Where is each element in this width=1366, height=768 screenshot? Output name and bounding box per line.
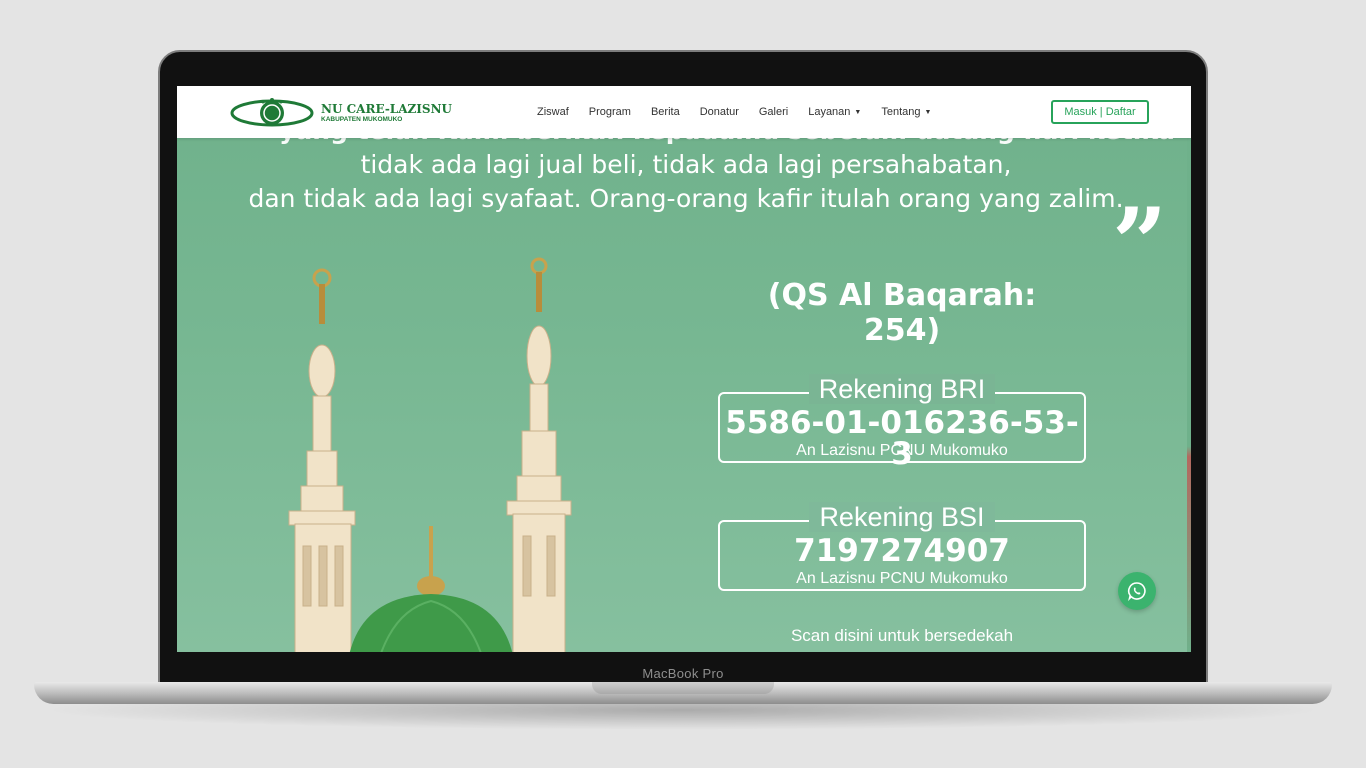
main-nav: Ziswaf Program Berita Donatur Galeri Lay… — [537, 86, 951, 138]
logo-subtitle: KABUPATEN MUKOMUKO — [321, 115, 403, 123]
site-logo[interactable]: NU CARE-LAZISNU KABUPATEN MUKOMUKO — [227, 96, 452, 130]
nav-label: Donatur — [699, 106, 739, 118]
left-minaret — [288, 268, 356, 652]
logo-title: NU CARE-LAZISNU — [321, 101, 453, 116]
nav-ziswaf[interactable]: Ziswaf — [537, 106, 569, 118]
nav-label: Tentang — [881, 106, 921, 118]
nav-berita[interactable]: Berita — [651, 106, 680, 118]
nav-galeri[interactable]: Galeri — [759, 106, 788, 118]
quran-reference: (QS Al Baqarah: 254) — [767, 278, 1037, 348]
caret-down-icon: ▼ — [924, 108, 932, 116]
whatsapp-button[interactable] — [1118, 572, 1156, 610]
nav-tentang-dropdown[interactable]: Tentang ▼ — [881, 106, 931, 118]
next-slide-edge — [1187, 138, 1191, 652]
nav-label: Galeri — [758, 106, 789, 118]
nav-program[interactable]: Program — [589, 106, 631, 118]
nav-label: Ziswaf — [537, 106, 569, 118]
nav-label: Berita — [650, 106, 680, 118]
caret-down-icon: ▼ — [854, 108, 862, 116]
bsi-account-title: Rekening BSI — [809, 502, 995, 532]
quote-line-3: dan tidak ada lagi syafaat. Orang-orang … — [248, 184, 1124, 213]
bsi-account-number: 7197274907 — [794, 533, 1010, 569]
right-minaret — [506, 257, 572, 652]
device-brand-label: MacBook Pro — [642, 666, 724, 681]
browser-viewport: yang telah Kami berikan kepadamu sebelum… — [177, 86, 1191, 652]
hero-banner: yang telah Kami berikan kepadamu sebelum… — [177, 86, 1191, 652]
bri-account-card: Rekening BRI 5586-01-016236-53-3 An Lazi… — [718, 374, 1086, 470]
nav-donatur[interactable]: Donatur — [700, 106, 739, 118]
bri-account-number: 5586-01-016236-53-3 — [725, 405, 1079, 472]
closing-quote-mark: ” — [1112, 187, 1168, 300]
green-dome — [349, 526, 513, 652]
bri-account-holder: An Lazisnu PCNU Mukomuko — [796, 442, 1008, 459]
quote-line-2: tidak ada lagi jual beli, tidak ada lagi… — [360, 150, 1012, 179]
whatsapp-icon — [1127, 582, 1146, 601]
bsi-account-holder: An Lazisnu PCNU Mukomuko — [796, 570, 1008, 587]
nav-label: Layanan — [808, 106, 851, 118]
scan-caption: Scan disini untuk bersedekah — [790, 626, 1014, 645]
bsi-account-card: Rekening BSI 7197274907 An Lazisnu PCNU … — [718, 502, 1086, 591]
bri-account-title: Rekening BRI — [808, 374, 996, 404]
login-register-button[interactable]: Masuk | Daftar — [1051, 100, 1149, 124]
nu-logo-icon — [230, 98, 314, 127]
top-navbar: NU CARE-LAZISNU KABUPATEN MUKOMUKO Ziswa… — [177, 86, 1191, 138]
laptop-notch — [592, 682, 774, 694]
nav-layanan-dropdown[interactable]: Layanan ▼ — [808, 106, 861, 118]
nav-label: Program — [588, 106, 631, 118]
mosque-illustration — [288, 257, 572, 652]
